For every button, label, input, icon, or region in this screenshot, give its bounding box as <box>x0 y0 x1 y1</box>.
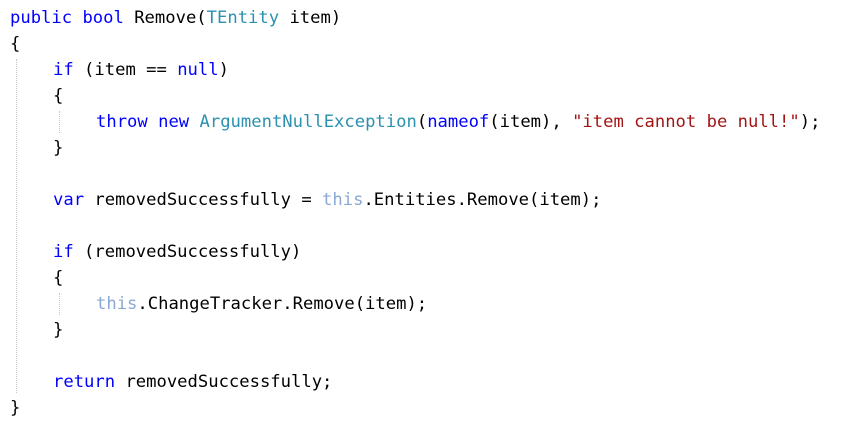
keyword-token: return <box>53 372 116 392</box>
code-line: public bool Remove(TEntity item) <box>10 5 341 31</box>
keyword-token: nameof <box>427 112 490 132</box>
code-line: { <box>10 31 20 57</box>
code-token: } <box>10 398 21 418</box>
code-line: if (item == null) <box>53 57 229 83</box>
code-line: } <box>53 317 63 343</box>
code-token: ( <box>416 112 428 132</box>
code-line: { <box>53 265 63 291</box>
indent-guide <box>59 111 60 133</box>
keyword-token: new <box>158 112 190 132</box>
keyword-token: bool <box>82 8 124 28</box>
code-line: { <box>53 83 63 109</box>
code-line: throw new ArgumentNullException(nameof(i… <box>96 109 820 135</box>
code-token: (removedSuccessfully) <box>73 242 302 262</box>
code-line: this.ChangeTracker.Remove(item); <box>96 291 427 317</box>
keyword-token: null <box>177 60 219 80</box>
code-token: (item), <box>489 112 573 132</box>
keyword-token: public <box>10 8 73 28</box>
keyword-token: throw <box>96 112 148 132</box>
keyword-token: if <box>53 60 74 80</box>
code-token: { <box>53 268 64 288</box>
keyword-token: if <box>53 242 74 262</box>
keyword-token: var <box>53 190 85 210</box>
code-line: } <box>53 135 63 161</box>
code-line: var removedSuccessfully = this.Entities.… <box>53 187 601 213</box>
code-line: if (removedSuccessfully) <box>53 239 301 265</box>
indent-guide <box>16 59 17 393</box>
code-token: ); <box>799 112 821 132</box>
code-token: .ChangeTracker.Remove(item); <box>137 294 428 314</box>
code-token: Remove( <box>123 8 207 28</box>
code-token: ) <box>218 60 229 80</box>
code-token: .Entities.Remove(item); <box>363 190 602 210</box>
code-token: item) <box>279 8 342 28</box>
this-token: this <box>322 190 364 210</box>
code-token: { <box>10 34 21 54</box>
code-line: } <box>10 395 20 421</box>
this-token: this <box>96 294 138 314</box>
code-token: { <box>53 86 64 106</box>
code-token: } <box>53 320 64 340</box>
string-token: "item cannot be null!" <box>572 112 800 132</box>
indent-guide <box>59 293 60 315</box>
type-token: TEntity <box>206 8 280 28</box>
code-editor[interactable]: public bool Remove(TEntity item){if (ite… <box>0 0 862 423</box>
code-token: (item == <box>73 60 178 80</box>
code-token: removedSuccessfully = <box>84 190 323 210</box>
code-token: removedSuccessfully; <box>115 372 333 392</box>
type-token: ArgumentNullException <box>199 112 417 132</box>
code-line: return removedSuccessfully; <box>53 369 332 395</box>
code-token: } <box>53 138 64 158</box>
